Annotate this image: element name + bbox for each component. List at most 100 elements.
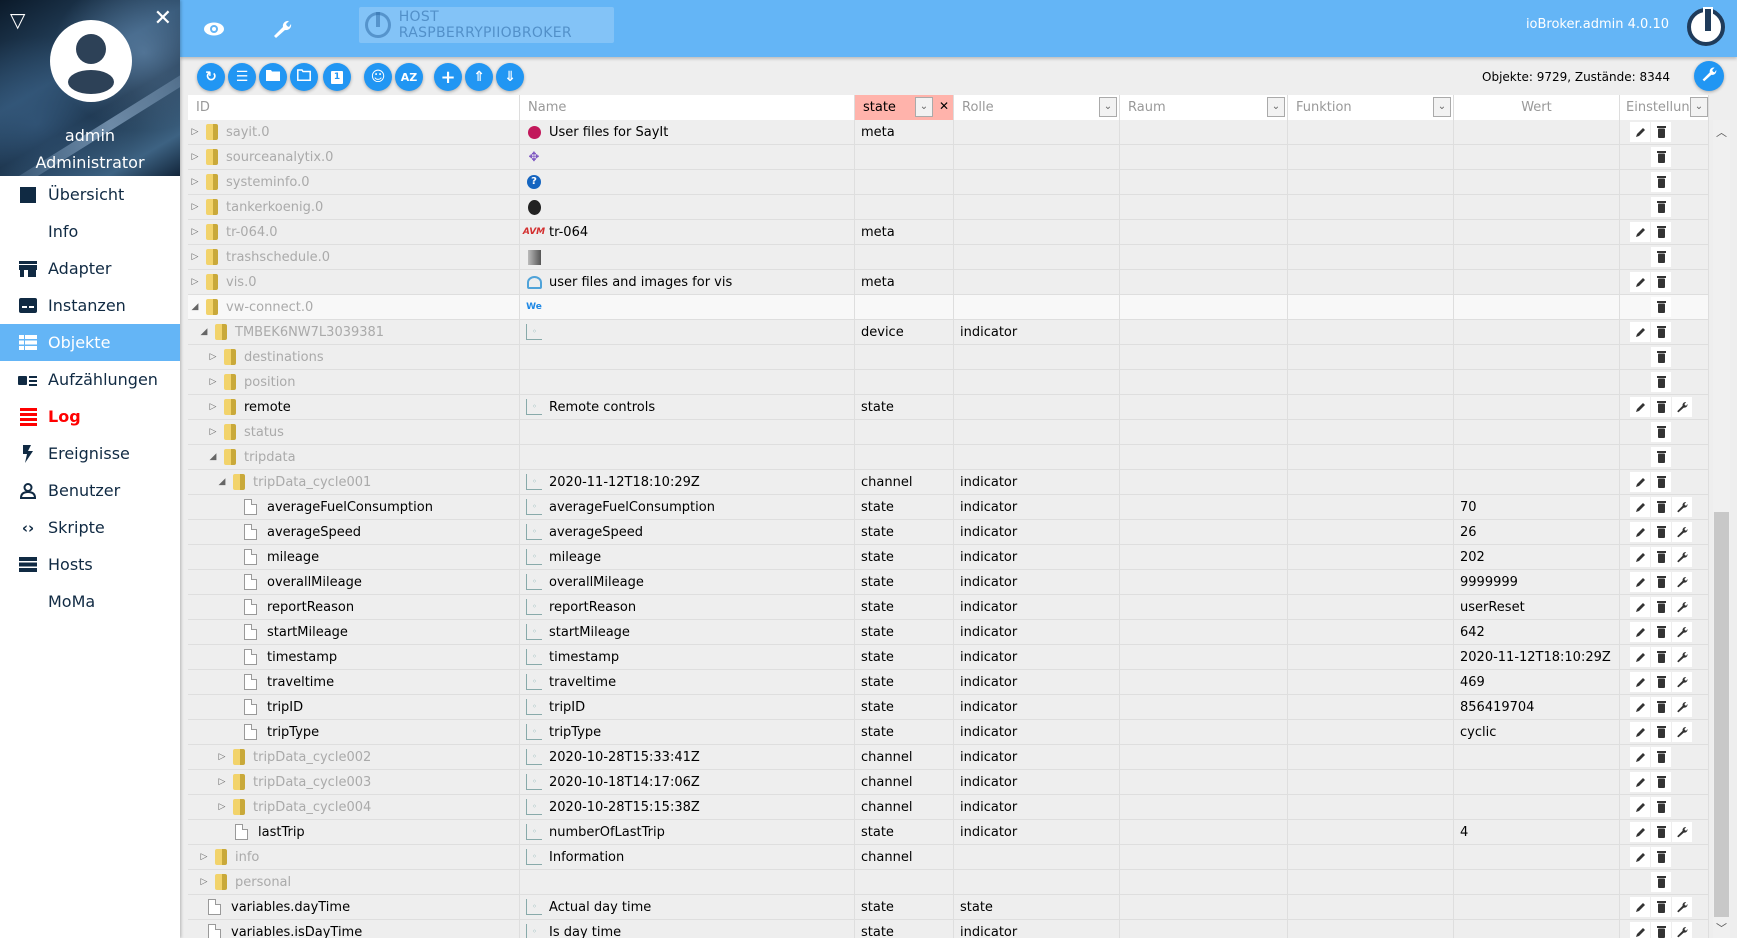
table-row[interactable]: ▷ tankerkoenig.0 — [188, 195, 1709, 220]
delete-button[interactable] — [1651, 697, 1671, 717]
edit-button[interactable] — [1630, 272, 1650, 292]
table-row[interactable]: ▷ personal — [188, 870, 1709, 895]
table-row[interactable]: ▷ tripData_cycle003 ◦ 2020-10-18T14:17:06Z c… — [188, 770, 1709, 795]
expand-toggle-icon[interactable]: ▷ — [188, 202, 202, 212]
edit-button[interactable] — [1630, 547, 1650, 567]
edit-button[interactable] — [1630, 672, 1650, 692]
object-settings-button[interactable] — [1672, 897, 1692, 917]
table-row[interactable]: ◢ tripdata — [188, 445, 1709, 470]
delete-button[interactable] — [1651, 797, 1671, 817]
delete-button[interactable] — [1651, 847, 1671, 867]
delete-button[interactable] — [1651, 747, 1671, 767]
edit-button[interactable] — [1630, 747, 1650, 767]
collapse-toggle-icon[interactable]: ◢ — [215, 477, 229, 487]
table-row[interactable]: tripID ◦ tripID state indicator 856419704 — [188, 695, 1709, 720]
list-view-button[interactable]: ☰ — [228, 63, 256, 91]
collapse-toggle-icon[interactable]: ◢ — [188, 302, 202, 312]
expand-toggle-icon[interactable]: ▷ — [206, 427, 220, 437]
delete-button[interactable] — [1651, 372, 1671, 392]
edit-button[interactable] — [1630, 472, 1650, 492]
function-dropdown-icon[interactable]: ⌄ — [1433, 97, 1451, 117]
collapse-toggle-icon[interactable]: ◢ — [197, 327, 211, 337]
clear-filter-icon[interactable]: ✕ — [939, 99, 949, 113]
expert-mode-button[interactable]: ☺ — [364, 63, 392, 91]
edit-button[interactable] — [1630, 647, 1650, 667]
expand-toggle-icon[interactable]: ▷ — [215, 752, 229, 762]
host-selector[interactable]: HOST RASPBERRYPIIOBROKER — [359, 7, 614, 43]
delete-button[interactable] — [1651, 497, 1671, 517]
sidebar-item-aufz-hlungen[interactable]: Aufzählungen — [0, 361, 180, 398]
sidebar-item-adapter[interactable]: Adapter — [0, 250, 180, 287]
expand-one-level-button[interactable]: 1 — [323, 63, 351, 91]
expand-toggle-icon[interactable]: ▷ — [188, 152, 202, 162]
delete-button[interactable] — [1651, 597, 1671, 617]
delete-button[interactable] — [1651, 447, 1671, 467]
function-filter[interactable]: Funktion ⌄ — [1288, 95, 1454, 120]
role-dropdown-icon[interactable]: ⌄ — [1099, 97, 1117, 117]
expand-toggle-icon[interactable]: ▷ — [188, 252, 202, 262]
table-row[interactable]: ▷ info ◦ Information channel — [188, 845, 1709, 870]
edit-button[interactable] — [1630, 897, 1650, 917]
header-id[interactable]: ID — [188, 95, 520, 120]
table-row[interactable]: mileage ◦ mileage state indicator 202 — [188, 545, 1709, 570]
edit-button[interactable] — [1630, 797, 1650, 817]
table-row[interactable]: variables.isDayTime ◦ Is day time state indi… — [188, 920, 1709, 938]
edit-button[interactable] — [1630, 597, 1650, 617]
table-row[interactable]: ▷ vis.0 user files and images for vis meta — [188, 270, 1709, 295]
table-row[interactable]: ◢ tripData_cycle001 ◦ 2020-11-12T18:10:29Z c… — [188, 470, 1709, 495]
table-row[interactable]: timestamp ◦ timestamp state indicator 2020-11… — [188, 645, 1709, 670]
close-drawer-icon[interactable]: ✕ — [154, 8, 172, 30]
sidebar-item-skripte[interactable]: ‹› Skripte — [0, 509, 180, 546]
delete-button[interactable] — [1651, 522, 1671, 542]
delete-button[interactable] — [1651, 397, 1671, 417]
delete-button[interactable] — [1651, 347, 1671, 367]
object-settings-button[interactable] — [1672, 547, 1692, 567]
delete-button[interactable] — [1651, 672, 1671, 692]
table-row[interactable]: ▷ remote ◦ Remote controls state — [188, 395, 1709, 420]
table-row[interactable]: tripType ◦ tripType state indicator cyclic — [188, 720, 1709, 745]
header-name[interactable]: Name — [520, 95, 855, 120]
sidebar-item-benutzer[interactable]: Benutzer — [0, 472, 180, 509]
wrench-icon[interactable] — [265, 12, 299, 46]
type-filter[interactable]: state ⌄ ✕ — [855, 95, 954, 120]
delete-button[interactable] — [1651, 297, 1671, 317]
delete-button[interactable] — [1651, 922, 1671, 938]
table-row[interactable]: ▷ trashschedule.0 — [188, 245, 1709, 270]
edit-button[interactable] — [1630, 772, 1650, 792]
table-row[interactable]: reportReason ◦ reportReason state indicator u… — [188, 595, 1709, 620]
edit-button[interactable] — [1630, 847, 1650, 867]
table-row[interactable]: lastTrip ◦ numberOfLastTrip state indicator 4 — [188, 820, 1709, 845]
role-filter[interactable]: Rolle ⌄ — [954, 95, 1120, 120]
table-row[interactable]: ▷ destinations — [188, 345, 1709, 370]
table-row[interactable]: ▷ tripData_cycle004 ◦ 2020-10-28T15:15:38Z c… — [188, 795, 1709, 820]
expand-toggle-icon[interactable]: ▷ — [206, 377, 220, 387]
add-object-button[interactable]: + — [434, 63, 462, 91]
delete-button[interactable] — [1651, 872, 1671, 892]
expand-toggle-icon[interactable]: ▷ — [215, 802, 229, 812]
edit-button[interactable] — [1630, 222, 1650, 242]
expand-toggle-icon[interactable]: ▷ — [188, 227, 202, 237]
table-row[interactable]: ▷ tripData_cycle002 ◦ 2020-10-28T15:33:41Z c… — [188, 745, 1709, 770]
edit-button[interactable] — [1630, 922, 1650, 938]
object-settings-button[interactable] — [1672, 672, 1692, 692]
edit-button[interactable] — [1630, 697, 1650, 717]
table-row[interactable]: ▷ status — [188, 420, 1709, 445]
collapse-all-button[interactable] — [259, 63, 287, 91]
iobroker-logo-icon[interactable] — [1687, 7, 1725, 46]
delete-button[interactable] — [1651, 472, 1671, 492]
download-button[interactable]: ⇓ — [496, 63, 524, 91]
eye-icon[interactable] — [197, 12, 231, 46]
expand-toggle-icon[interactable]: ▷ — [206, 352, 220, 362]
expand-all-button[interactable] — [290, 63, 318, 91]
edit-button[interactable] — [1630, 122, 1650, 142]
sidebar-item-ereignisse[interactable]: Ereignisse — [0, 435, 180, 472]
edit-button[interactable] — [1630, 322, 1650, 342]
type-filter-dropdown-icon[interactable]: ⌄ — [915, 97, 933, 117]
table-row[interactable]: variables.dayTime ◦ Actual day time state st… — [188, 895, 1709, 920]
object-settings-button[interactable] — [1672, 722, 1692, 742]
delete-button[interactable] — [1651, 547, 1671, 567]
table-row[interactable]: ▷ tr-064.0 AVM tr-064 meta — [188, 220, 1709, 245]
sidebar-item-instanzen[interactable]: Instanzen — [0, 287, 180, 324]
edit-button[interactable] — [1630, 397, 1650, 417]
expand-toggle-icon[interactable]: ▷ — [188, 177, 202, 187]
